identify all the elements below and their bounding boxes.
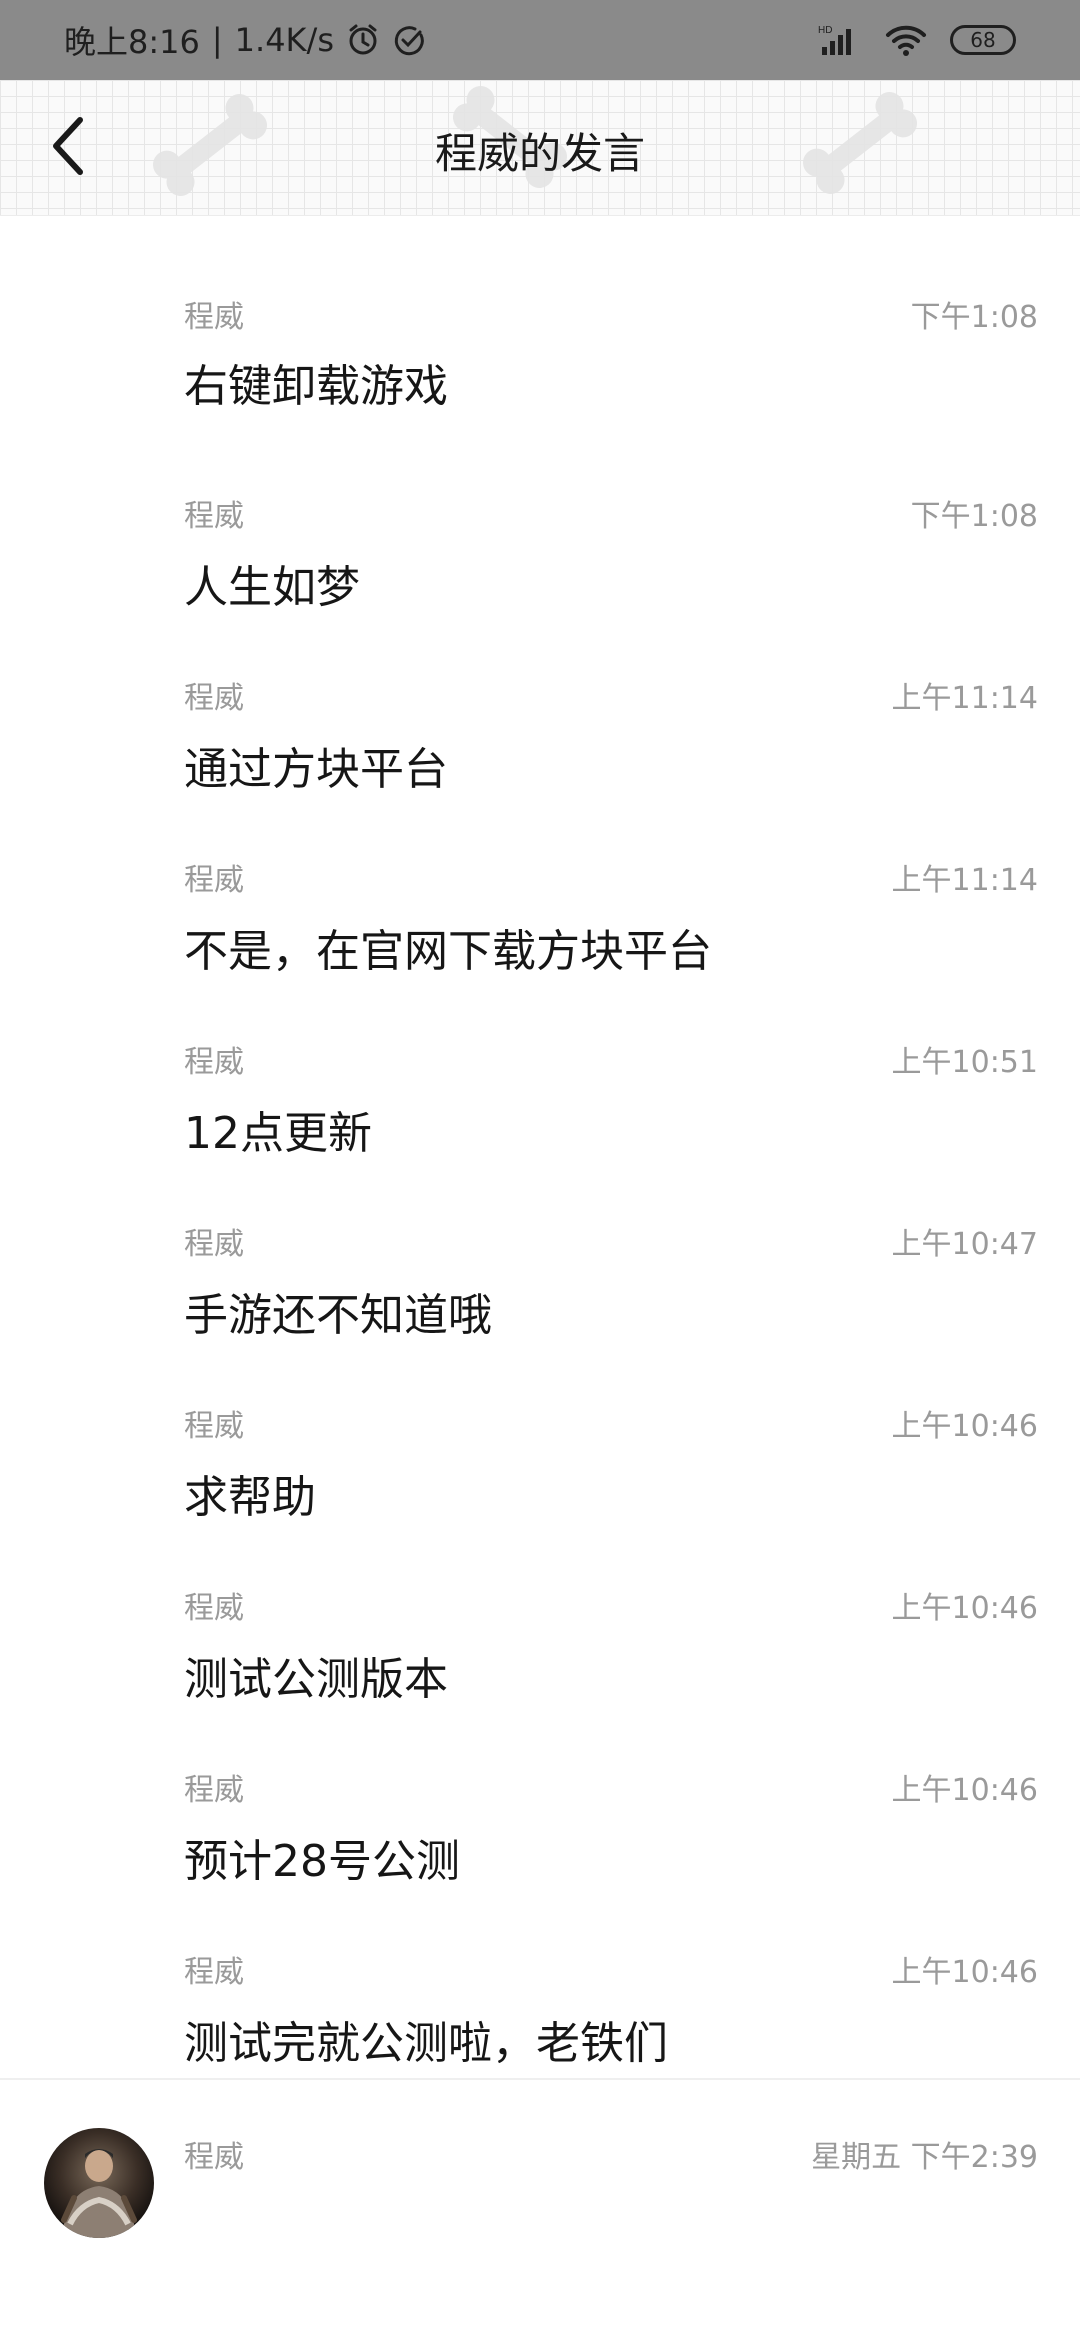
message-sender: 程威 [184,1773,244,1808]
message-time: 上午10:46 [891,1773,1038,1808]
message-item[interactable]: 程威 上午11:14 不是，在官网下载方块平台 [0,785,1080,977]
message-sender: 程威 [184,1227,244,1262]
message-time: 星期五 下午2:39 [811,2140,1038,2175]
wifi-icon [884,23,928,57]
check-circle-icon [392,23,426,57]
message-list: 程威 下午1:08 右键卸载游戏 程威 下午1:08 人生如梦 程威 上午11:… [0,216,1080,2069]
message-text: 右键卸载游戏 [184,361,448,412]
network-label: HD [818,25,832,36]
message-sender: 程威 [184,1409,244,1444]
message-time: 上午10:46 [891,1955,1038,1990]
message-sender: 程威 [184,863,244,898]
message-time: 上午11:14 [891,681,1038,716]
message-sender: 程威 [184,1591,244,1626]
message-sender: 程威 [184,1955,244,1990]
message-time: 上午10:47 [891,1227,1038,1262]
status-left: 晚上8:16 | 1.4K/s [64,17,818,63]
status-time: 晚上8:16 [64,23,200,61]
signal-icon: HD [818,23,862,57]
battery-icon: 68 [950,25,1016,55]
message-time: 下午1:08 [910,499,1038,534]
page-title: 程威的发言 [434,129,645,178]
battery-level: 68 [970,28,996,52]
message-item[interactable]: 程威 上午10:46 预计28号公测 [0,1695,1080,1887]
message-item-with-avatar[interactable]: 程威 星期五 下午2:39 [0,2080,1080,2340]
status-bar: 晚上8:16 | 1.4K/s HD 68 [0,0,1080,80]
message-time: 上午10:51 [891,1045,1038,1080]
message-time: 下午1:08 [910,300,1038,335]
message-time: 上午10:46 [891,1409,1038,1444]
avatar[interactable] [44,2128,154,2238]
message-sender: 程威 [184,1045,244,1080]
message-sender: 程威 [184,499,244,534]
message-item[interactable]: 程威 上午10:46 求帮助 [0,1331,1080,1523]
status-separator: | [211,21,223,59]
message-sender: 程威 [184,681,244,716]
message-item[interactable]: 程威 下午1:08 人生如梦 [0,421,1080,613]
status-right: HD 68 [818,23,1016,57]
message-sender: 程威 [184,2140,244,2175]
message-item[interactable]: 程威 上午10:51 12点更新 [0,967,1080,1159]
alarm-icon [346,23,380,57]
message-item[interactable]: 程威 上午10:46 测试公测版本 [0,1513,1080,1705]
message-item[interactable]: 程威 上午10:46 测试完就公测啦，老铁们 [0,1877,1080,2069]
header: 程威的发言 [0,80,1080,216]
status-speed: 1.4K/s [234,21,334,59]
message-item[interactable]: 程威 下午1:08 右键卸载游戏 [0,216,1080,421]
message-item[interactable]: 程威 上午11:14 通过方块平台 [0,603,1080,795]
message-time: 上午11:14 [891,863,1038,898]
message-sender: 程威 [184,300,244,335]
message-text: 测试完就公测啦，老铁们 [184,2018,668,2069]
message-item[interactable]: 程威 上午10:47 手游还不知道哦 [0,1149,1080,1341]
message-time: 上午10:46 [891,1591,1038,1626]
